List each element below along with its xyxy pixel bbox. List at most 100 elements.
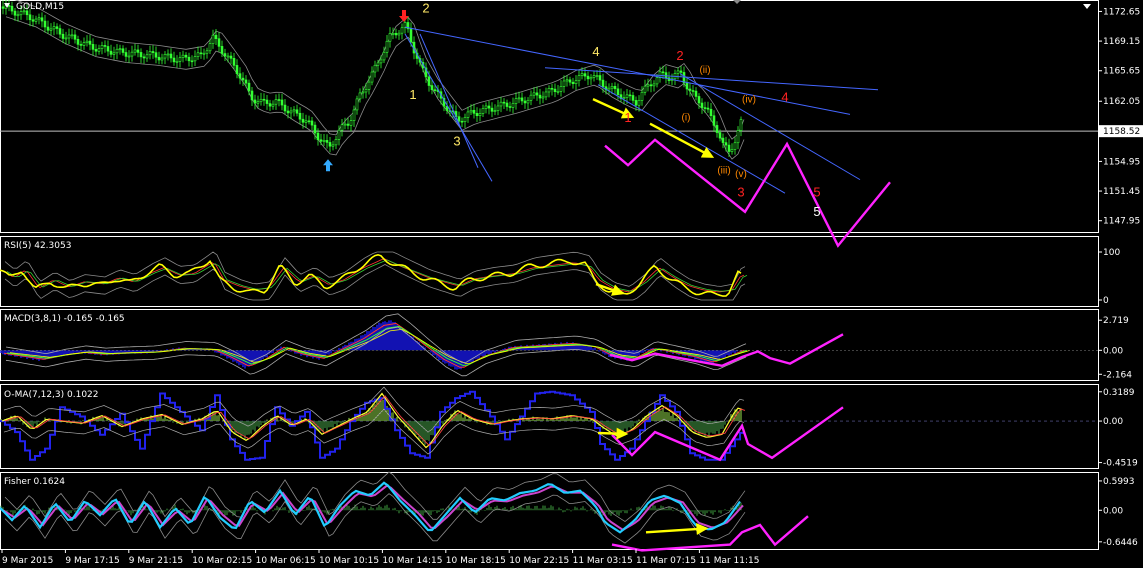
price-tick-label: 1169.15 bbox=[1103, 37, 1140, 47]
candle-body bbox=[463, 117, 467, 122]
time-label: 11 Mar 07:15 bbox=[636, 556, 696, 566]
candle-body bbox=[676, 70, 680, 74]
candle-body bbox=[76, 39, 80, 45]
fisher-projection-path bbox=[611, 515, 809, 552]
candle-body bbox=[631, 95, 635, 101]
time-label: 10 Mar 10:15 bbox=[319, 556, 379, 566]
candle-body bbox=[202, 52, 206, 55]
candle-body bbox=[277, 99, 281, 101]
candle-body bbox=[517, 97, 521, 100]
candle-body bbox=[232, 58, 236, 66]
candle-body bbox=[571, 81, 575, 84]
candle-body bbox=[712, 115, 716, 126]
candle-body bbox=[550, 88, 554, 90]
candle-body bbox=[106, 46, 110, 52]
macd-panel: 2.719 0.00 -2.164 bbox=[0, 313, 1132, 380]
candle-body bbox=[433, 89, 437, 91]
candle-body bbox=[337, 129, 341, 140]
candle-body bbox=[490, 107, 494, 112]
candle-body bbox=[628, 94, 632, 97]
candle-body bbox=[562, 80, 566, 87]
price-panel: 1172.65 1169.15 1165.65 1162.05 1158.52 1154.… bbox=[0, 0, 1143, 248]
candle-body bbox=[388, 33, 392, 42]
candle-body bbox=[394, 33, 398, 36]
candle-body bbox=[616, 88, 620, 95]
candle-body bbox=[49, 28, 53, 31]
candle-body bbox=[652, 83, 656, 87]
candle-body bbox=[565, 79, 569, 82]
candle-body bbox=[28, 14, 32, 21]
fisher-band-upper bbox=[4, 471, 746, 522]
candle-body bbox=[574, 80, 578, 84]
candle-body bbox=[112, 52, 116, 55]
candle-body bbox=[88, 40, 92, 45]
time-label: 10 Mar 02:15 bbox=[192, 556, 252, 566]
oma-tick-label: 0.00 bbox=[1103, 417, 1123, 427]
rsi-panel-frame bbox=[0, 236, 1099, 307]
oma-band-lower bbox=[3, 408, 745, 455]
candle-body bbox=[325, 140, 329, 143]
trading-chart[interactable]: 1172.65 1169.15 1165.65 1162.05 1158.52 1154.… bbox=[0, 0, 1143, 568]
candle-body bbox=[553, 88, 557, 92]
candle-body bbox=[178, 57, 182, 62]
candle-body bbox=[328, 142, 332, 147]
candle-body bbox=[391, 33, 395, 35]
candle-body bbox=[73, 34, 77, 40]
scroll-marker-icon bbox=[733, 0, 741, 4]
candle-body bbox=[46, 26, 50, 31]
chart-shift-icon[interactable] bbox=[1083, 4, 1091, 9]
candle-body bbox=[169, 53, 173, 59]
candle-body bbox=[481, 108, 485, 114]
candle-body bbox=[583, 73, 587, 77]
candle-body bbox=[367, 81, 371, 90]
price-tick-label: 1172.65 bbox=[1103, 7, 1140, 17]
candle-body bbox=[118, 48, 122, 51]
candle-body bbox=[520, 97, 524, 102]
candle-body bbox=[166, 53, 170, 56]
candle-body bbox=[37, 17, 41, 20]
candle-body bbox=[646, 84, 650, 87]
candle-body bbox=[196, 52, 200, 57]
candle-body bbox=[241, 77, 245, 81]
candle-body bbox=[613, 86, 617, 90]
candle-body bbox=[679, 70, 683, 73]
candle-body bbox=[577, 75, 581, 82]
macd-tick-label: -2.164 bbox=[1103, 370, 1132, 380]
candle-body bbox=[478, 113, 482, 117]
candle-body bbox=[661, 71, 665, 74]
candle-body bbox=[67, 34, 71, 39]
price-tick-label: 1154.95 bbox=[1103, 157, 1140, 167]
candle-body bbox=[154, 52, 158, 58]
time-label: 10 Mar 22:15 bbox=[509, 556, 569, 566]
candle-body bbox=[259, 98, 263, 103]
candle-body bbox=[250, 90, 254, 101]
macd-tick-label: 2.719 bbox=[1103, 316, 1129, 326]
candle-body bbox=[595, 75, 599, 77]
candle-body bbox=[475, 113, 479, 117]
candle-body bbox=[52, 26, 56, 30]
candle-body bbox=[643, 85, 647, 93]
trendline bbox=[679, 73, 861, 181]
rsi-panel: 100 0 bbox=[0, 248, 1120, 306]
candle-body bbox=[610, 86, 614, 89]
candle-body bbox=[688, 88, 692, 91]
candle-body bbox=[547, 88, 551, 93]
candle-body bbox=[586, 75, 590, 80]
wave-label: 3 bbox=[737, 185, 744, 200]
candle-body bbox=[244, 79, 248, 84]
candle-body bbox=[226, 55, 230, 58]
rsi-tick-label: 100 bbox=[1103, 248, 1120, 258]
candle-body bbox=[598, 75, 602, 81]
candle-body bbox=[727, 144, 731, 152]
candle-body bbox=[349, 120, 353, 126]
candle-body bbox=[460, 120, 464, 123]
price-tick-label: 1151.45 bbox=[1103, 187, 1140, 197]
candle-body bbox=[322, 140, 326, 142]
candle-body bbox=[184, 54, 188, 58]
candle-body bbox=[34, 18, 38, 22]
candle-body bbox=[715, 125, 719, 133]
candle-body bbox=[160, 57, 164, 61]
candle-body bbox=[190, 60, 194, 63]
price-tick-label: 1162.05 bbox=[1103, 97, 1140, 107]
candle-body bbox=[718, 132, 722, 139]
